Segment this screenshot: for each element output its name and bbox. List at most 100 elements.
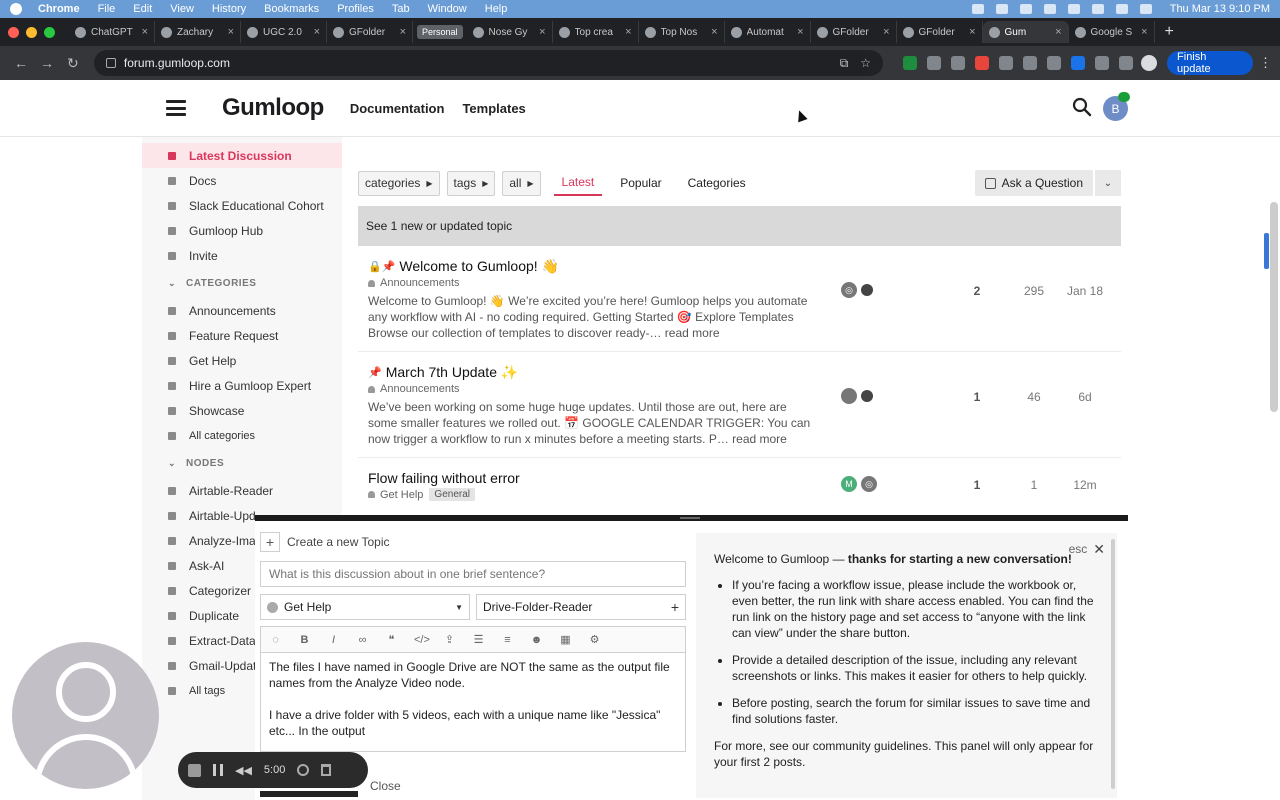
topic-category[interactable]: Announcements [380, 277, 460, 289]
menu-profiles[interactable]: Profiles [337, 3, 374, 15]
sidebar-item-latest-discussion[interactable]: Latest Discussion [142, 143, 342, 168]
forward-icon[interactable]: → [34, 55, 60, 71]
menu-help[interactable]: Help [485, 3, 508, 15]
browser-tab[interactable]: GFolder × [327, 21, 413, 43]
topic-activity[interactable]: 12m [1065, 478, 1105, 492]
browser-tab[interactable]: Top Nos × [639, 21, 725, 43]
sidebar-item-feature-request[interactable]: Feature Request [142, 323, 342, 348]
browser-tab[interactable]: GFolder × [897, 21, 983, 43]
tab-close-icon[interactable]: × [711, 26, 717, 38]
blockquote-icon[interactable]: ❝ [385, 633, 398, 646]
wifi-icon[interactable] [1091, 4, 1104, 14]
bold-icon[interactable]: B [298, 634, 311, 646]
new-tab-icon[interactable]: + [1165, 23, 1174, 41]
tab-close-icon[interactable]: × [969, 26, 975, 38]
browser-tab[interactable]: Top crea × [553, 21, 639, 43]
microphone-icon[interactable] [971, 4, 984, 14]
poster-avatar[interactable] [841, 388, 857, 404]
settings-gear-icon[interactable]: ⚙ [588, 633, 601, 646]
trash-icon[interactable] [321, 764, 332, 776]
nav-documentation[interactable]: Documentation [350, 101, 445, 116]
poster-avatar[interactable] [861, 284, 873, 296]
menu-tab[interactable]: Tab [392, 3, 410, 15]
menu-bookmarks[interactable]: Bookmarks [264, 3, 319, 15]
extension-icon[interactable] [975, 56, 990, 70]
minimize-window-icon[interactable] [26, 26, 37, 38]
control-center-icon[interactable] [1139, 4, 1152, 14]
zoom-icon[interactable] [995, 4, 1008, 14]
new-topics-banner[interactable]: See 1 new or updated topic [358, 206, 1121, 246]
url-text[interactable]: forum.gumloop.com [124, 56, 828, 70]
topic-row[interactable]: Flow failing without error Get Help Gener… [358, 458, 1121, 518]
upload-icon[interactable]: ⇪ [443, 633, 456, 646]
browser-tab[interactable]: GFolder × [811, 21, 897, 43]
poster-avatar[interactable]: ◎ [861, 476, 877, 492]
screen-icon[interactable] [1043, 4, 1056, 14]
ask-question-button[interactable]: Ask a Question [974, 170, 1093, 196]
stop-recording-icon[interactable] [188, 763, 201, 777]
sidebar-item-invite[interactable]: Invite [142, 243, 342, 268]
post-body-editor[interactable]: The files I have named in Google Drive a… [260, 652, 686, 752]
emoji-icon[interactable]: ☻ [530, 634, 543, 646]
topic-row[interactable]: 📌 March 7th Update ✨ Announcements We’ve … [358, 352, 1121, 458]
composer-resize-handle[interactable] [680, 517, 700, 519]
site-info-icon[interactable] [105, 58, 116, 68]
browser-tab[interactable]: Zachary × [155, 21, 241, 43]
sidebar-categories-heading[interactable]: ⌄ CATEGORIES [142, 268, 342, 298]
numbered-list-icon[interactable]: ≡ [501, 634, 514, 646]
sidebar-item-announcements[interactable]: Announcements [142, 298, 342, 323]
tab-close-icon[interactable]: × [539, 26, 545, 38]
install-app-icon[interactable]: ⧉ [840, 56, 849, 71]
sidebar-item-gumloop-hub[interactable]: Gumloop Hub [142, 218, 342, 243]
plus-icon[interactable]: + [260, 532, 280, 552]
menu-app-name[interactable]: Chrome [38, 3, 80, 15]
browser-tab[interactable]: ChatGPT × [69, 21, 155, 43]
profile-avatar[interactable] [1141, 55, 1158, 71]
extension-icon[interactable] [1047, 56, 1062, 70]
close-window-icon[interactable] [8, 26, 19, 38]
topic-title-input[interactable] [260, 561, 686, 587]
poster-avatar[interactable]: M [841, 476, 857, 492]
sidebar-item-get-help[interactable]: Get Help [142, 348, 342, 373]
sidebar-item-all-categories[interactable]: All categories [142, 423, 342, 448]
tab-close-icon[interactable]: × [400, 26, 406, 38]
tab-close-icon[interactable]: × [314, 26, 320, 38]
tab-group-label[interactable]: Personal [417, 25, 463, 39]
puzzle-extensions-icon[interactable] [1119, 56, 1134, 70]
fullscreen-window-icon[interactable] [44, 26, 55, 38]
quote-icon[interactable]: ◌ [269, 634, 282, 646]
tags-filter[interactable]: tags ▶ [446, 170, 496, 196]
notification-badge[interactable] [1118, 92, 1130, 102]
site-logo[interactable]: Gumloop [222, 94, 324, 122]
extension-icon[interactable] [999, 56, 1014, 70]
link-icon[interactable]: ∞ [356, 634, 369, 646]
sidebar-item-hire-expert[interactable]: Hire a Gumloop Expert [142, 373, 342, 398]
finish-update-button[interactable]: Finish update [1167, 51, 1253, 75]
all-filter[interactable]: all ▶ [502, 170, 541, 196]
address-bar[interactable]: forum.gumloop.com ⧉ ☆ [93, 50, 884, 76]
tab-close-icon[interactable]: × [142, 26, 148, 38]
chrome-menu-icon[interactable]: ⋮ [1259, 55, 1272, 71]
topic-title[interactable]: Flow failing without error [368, 470, 520, 486]
sidebar-item-slack-cohort[interactable]: Slack Educational Cohort [142, 193, 342, 218]
browser-tab[interactable]: Nose Gy × [467, 21, 553, 43]
menu-history[interactable]: History [212, 3, 246, 15]
extension-icon[interactable] [951, 56, 966, 70]
close-icon[interactable]: ✕ [1093, 541, 1105, 557]
browser-tab[interactable]: Automat × [725, 21, 811, 43]
italic-icon[interactable]: I [327, 634, 340, 646]
menu-window[interactable]: Window [428, 3, 467, 15]
poster-avatar[interactable]: ◎ [841, 282, 857, 298]
nav-templates[interactable]: Templates [462, 101, 525, 116]
code-icon[interactable]: </> [414, 634, 430, 646]
tab-close-icon[interactable]: × [228, 26, 234, 38]
tab-close-icon[interactable]: × [883, 26, 889, 38]
extension-icon[interactable] [1095, 56, 1110, 70]
menu-view[interactable]: View [170, 3, 194, 15]
topic-title[interactable]: Welcome to Gumloop! 👋 [399, 258, 559, 275]
browser-tab[interactable]: UGC 2.0 × [241, 21, 327, 43]
page-scrollbar[interactable] [1270, 202, 1278, 412]
create-topic-button[interactable] [260, 791, 358, 797]
categories-filter[interactable]: categories ▶ [358, 170, 440, 196]
close-composer-link[interactable]: Close [370, 779, 401, 793]
